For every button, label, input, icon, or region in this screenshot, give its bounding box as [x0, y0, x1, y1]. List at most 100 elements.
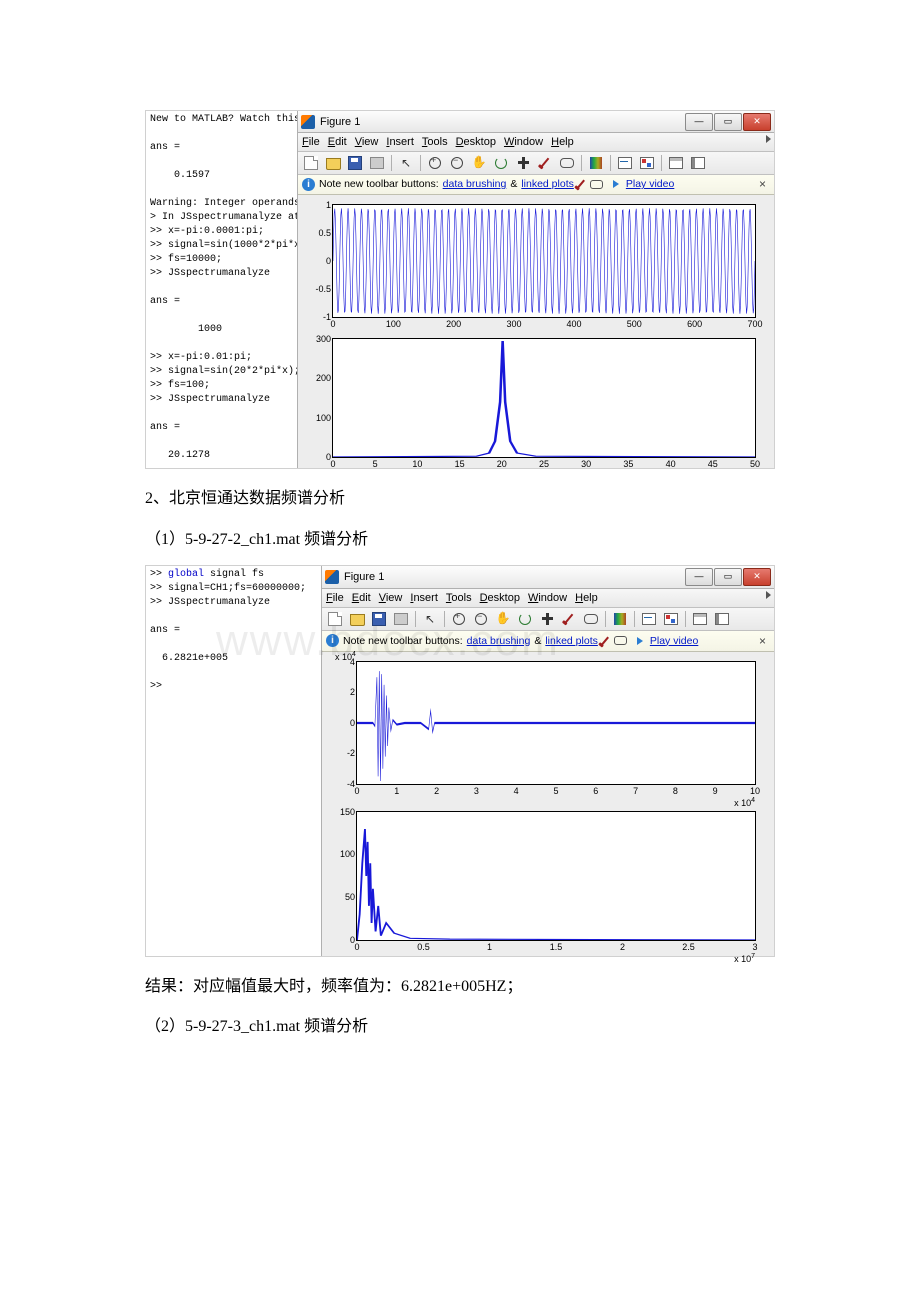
- new-icon: [328, 612, 342, 626]
- xtick: 3: [752, 942, 757, 952]
- ytick: 0: [331, 935, 355, 945]
- ytick: 200: [307, 373, 331, 383]
- data-brushing-link[interactable]: data brushing: [443, 178, 507, 190]
- subsection-heading-1: （1）5-9-27-2_ch1.mat 频谱分析: [145, 526, 775, 555]
- brush-button[interactable]: [535, 153, 555, 173]
- menu-window[interactable]: Window: [504, 136, 543, 148]
- menu-overflow-icon[interactable]: [766, 135, 771, 143]
- save-button[interactable]: [345, 153, 365, 173]
- toolbar-separator: [391, 155, 392, 171]
- menu-desktop[interactable]: Desktop: [456, 136, 496, 148]
- xtick: 2: [620, 942, 625, 952]
- xtick: 0.5: [417, 942, 430, 952]
- toolbar-separator: [634, 611, 635, 627]
- menu-tools[interactable]: Tools: [446, 592, 472, 604]
- close-button[interactable]: ✕: [743, 113, 771, 131]
- minimize-button[interactable]: —: [685, 113, 713, 131]
- menu-view[interactable]: View: [379, 592, 403, 604]
- dock-button[interactable]: [690, 609, 710, 629]
- x-multiplier: x 104: [734, 797, 755, 808]
- pan-icon: ✋: [496, 611, 511, 626]
- pointer-button[interactable]: ↖: [420, 609, 440, 629]
- legend-icon: [642, 613, 656, 625]
- new-figure-button[interactable]: [301, 153, 321, 173]
- brush-button[interactable]: [559, 609, 579, 629]
- ytick: 150: [331, 807, 355, 817]
- menu-file[interactable]: File: [326, 592, 344, 604]
- toolbar-separator: [444, 611, 445, 627]
- menu-view[interactable]: View: [355, 136, 379, 148]
- zoom-in-button[interactable]: [449, 609, 469, 629]
- undock-button[interactable]: [712, 609, 732, 629]
- ytick: 1: [307, 200, 331, 210]
- pan-button[interactable]: ✋: [493, 609, 513, 629]
- colormap-button[interactable]: [610, 609, 630, 629]
- brush-icon: [541, 158, 550, 168]
- link-button[interactable]: [557, 153, 577, 173]
- axes-signal[interactable]: x 104 4 2 0 -2 -4 0 1 2 3 4 5 6 7 8 9 10: [356, 661, 756, 785]
- zoom-in-button[interactable]: [425, 153, 445, 173]
- xtick: 0: [330, 319, 335, 329]
- dock-button[interactable]: [666, 153, 686, 173]
- section-heading-2: 2、北京恒通达数据频谱分析: [145, 485, 775, 514]
- zoom-out-button[interactable]: [447, 153, 467, 173]
- print-button[interactable]: [391, 609, 411, 629]
- menu-tools[interactable]: Tools: [422, 136, 448, 148]
- xtick: 0: [354, 942, 359, 952]
- maximize-button[interactable]: ▭: [714, 113, 742, 131]
- note-close-button[interactable]: ×: [755, 177, 770, 191]
- pointer-button[interactable]: ↖: [396, 153, 416, 173]
- ytick: -1: [307, 312, 331, 322]
- maximize-button[interactable]: ▭: [714, 568, 742, 586]
- spectrum-line: [357, 812, 755, 940]
- note-close-button[interactable]: ×: [755, 634, 770, 648]
- new-figure-button[interactable]: [325, 609, 345, 629]
- xtick: 50: [750, 459, 760, 469]
- menu-edit[interactable]: Edit: [352, 592, 371, 604]
- data-cursor-button[interactable]: [513, 153, 533, 173]
- rotate-button[interactable]: [515, 609, 535, 629]
- rotate-button[interactable]: [491, 153, 511, 173]
- save-button[interactable]: [369, 609, 389, 629]
- menu-desktop[interactable]: Desktop: [480, 592, 520, 604]
- undock-button[interactable]: [688, 153, 708, 173]
- colormap-button[interactable]: [586, 153, 606, 173]
- open-button[interactable]: [323, 153, 343, 173]
- axes-signal[interactable]: 1 0.5 0 -0.5 -1 0 100 200 300 400 500 60…: [332, 204, 756, 318]
- legend-button[interactable]: [639, 609, 659, 629]
- minimize-button[interactable]: —: [685, 568, 713, 586]
- menu-file[interactable]: File: [302, 136, 320, 148]
- menu-help[interactable]: Help: [551, 136, 574, 148]
- print-button[interactable]: [367, 153, 387, 173]
- open-icon: [326, 158, 341, 170]
- axes-spectrum[interactable]: 300 200 100 0 0 5 10 15 20 25 30 35 40 4…: [332, 338, 756, 458]
- colorbar-button[interactable]: [661, 609, 681, 629]
- info-icon: i: [302, 178, 315, 191]
- rotate-icon: [495, 157, 507, 169]
- xtick: 10: [750, 786, 760, 796]
- axes-spectrum[interactable]: 150 100 50 0 0 0.5 1 1.5 2 2.5 3 x 107: [356, 811, 756, 941]
- pan-button[interactable]: ✋: [469, 153, 489, 173]
- open-button[interactable]: [347, 609, 367, 629]
- link-mini-icon: [590, 180, 603, 189]
- xtick: 1.5: [550, 942, 563, 952]
- zoom-out-button[interactable]: [471, 609, 491, 629]
- linked-plots-link[interactable]: linked plots: [521, 178, 574, 190]
- menu-help[interactable]: Help: [575, 592, 598, 604]
- link-button[interactable]: [581, 609, 601, 629]
- menu-edit[interactable]: Edit: [328, 136, 347, 148]
- close-button[interactable]: ✕: [743, 568, 771, 586]
- linked-plots-link[interactable]: linked plots: [545, 635, 598, 647]
- play-video-link[interactable]: Play video: [650, 635, 698, 647]
- data-cursor-button[interactable]: [537, 609, 557, 629]
- legend-button[interactable]: [615, 153, 635, 173]
- undock-icon: [715, 613, 729, 625]
- data-brushing-link[interactable]: data brushing: [467, 635, 531, 647]
- play-video-link[interactable]: Play video: [626, 178, 674, 190]
- menu-insert[interactable]: Insert: [410, 592, 438, 604]
- menu-insert[interactable]: Insert: [386, 136, 414, 148]
- menu-overflow-icon[interactable]: [766, 591, 771, 599]
- colorbar-button[interactable]: [637, 153, 657, 173]
- zoom-in-icon: [453, 613, 465, 625]
- menu-window[interactable]: Window: [528, 592, 567, 604]
